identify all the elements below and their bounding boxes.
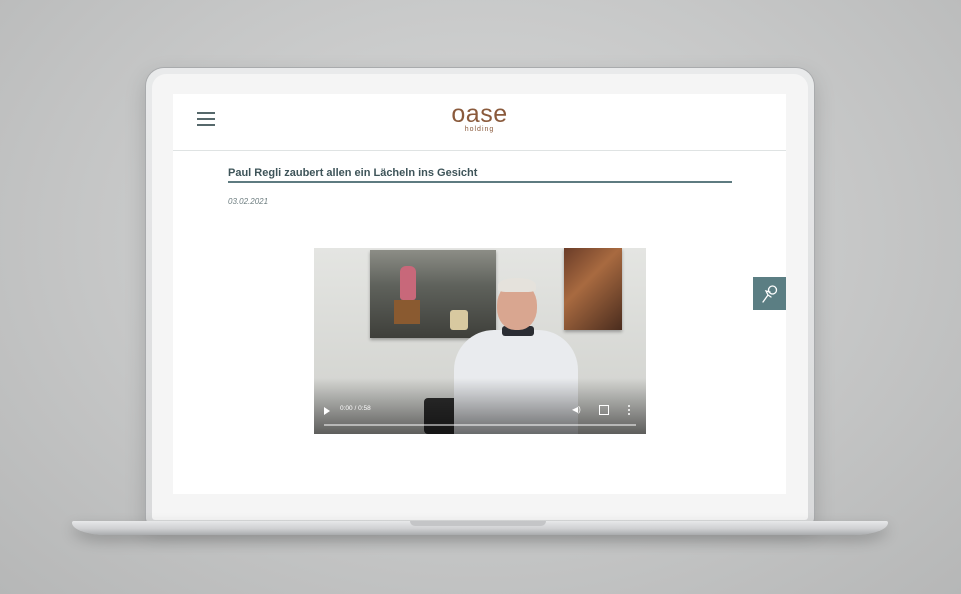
video-person-hair <box>498 278 536 292</box>
video-player[interactable]: 0:00 / 0:58 ◀) <box>314 248 646 434</box>
more-options-icon[interactable] <box>628 405 631 415</box>
article-date: 03.02.2021 <box>228 197 269 206</box>
article-title: Paul Regli zaubert allen ein Lächeln ins… <box>228 167 732 183</box>
laptop-hinge-notch <box>410 521 546 526</box>
video-controls: 0:00 / 0:58 ◀) <box>314 400 646 434</box>
volume-icon[interactable]: ◀) <box>572 405 582 415</box>
logo-wordmark: oase <box>451 100 508 128</box>
play-icon[interactable] <box>324 407 330 415</box>
accessibility-icon <box>762 285 778 303</box>
site-header: oase holding <box>173 94 786 151</box>
video-progress-bar[interactable] <box>324 424 636 426</box>
video-wall-painting <box>370 250 496 338</box>
fullscreen-icon[interactable] <box>599 405 609 415</box>
logo-subtitle: holding <box>464 126 495 133</box>
site-logo[interactable]: oase holding <box>173 100 786 133</box>
video-wall-painting-right <box>564 248 622 330</box>
accessibility-button[interactable] <box>753 277 786 310</box>
video-time: 0:00 / 0:58 <box>340 405 371 412</box>
browser-screen: oase holding Paul Regli zaubert allen ei… <box>173 94 786 494</box>
